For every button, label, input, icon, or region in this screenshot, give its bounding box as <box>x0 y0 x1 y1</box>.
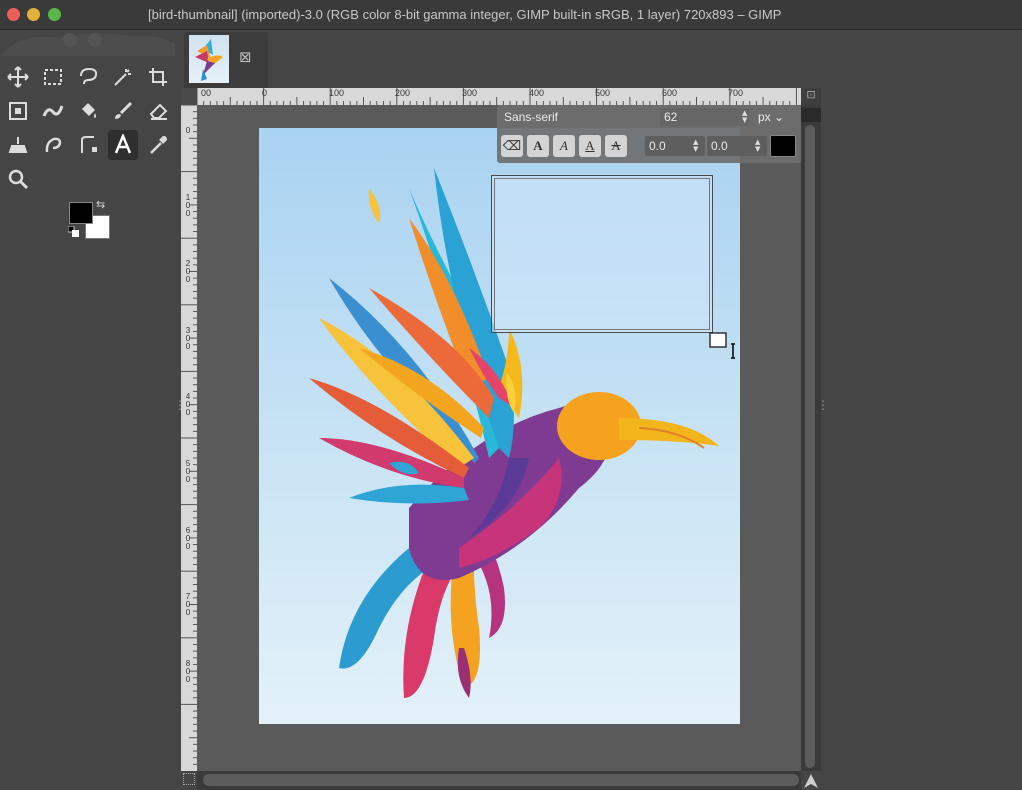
crop-icon <box>149 68 167 86</box>
eraser-icon <box>149 103 168 120</box>
ruler-label: 100 <box>185 192 191 218</box>
vertical-ruler[interactable]: 0100200300400500600700800 <box>181 105 197 771</box>
unit-label: px <box>758 110 771 124</box>
clone-tool-button[interactable] <box>3 130 33 160</box>
free-select-icon <box>80 67 98 85</box>
ruler-corner[interactable] <box>181 88 197 105</box>
swap-colors-icon[interactable]: ⇆ <box>96 198 105 211</box>
ruler-label: 00 <box>201 88 212 98</box>
ruler-label: 0 <box>185 126 191 135</box>
horizontal-ruler-ticks <box>197 88 797 105</box>
bucket-fill-icon <box>82 103 96 118</box>
color-picker-icon <box>150 136 167 154</box>
horizontal-ruler[interactable]: 00 0 100 200 300 400 500 600 700 <box>197 88 801 105</box>
bold-button[interactable]: A <box>527 135 549 157</box>
color-picker-tool-button[interactable] <box>143 130 173 160</box>
ruler-label: 400 <box>529 88 545 98</box>
move-icon <box>7 66 29 88</box>
text-box-inner[interactable] <box>494 178 710 330</box>
foreground-color-swatch[interactable] <box>69 202 93 224</box>
default-colors-icon[interactable] <box>68 226 79 237</box>
text-color-swatch[interactable] <box>770 135 796 157</box>
chevron-down-icon: ⌄ <box>774 110 785 124</box>
ruler-label: 500 <box>185 459 191 484</box>
fuzzy-select-tool-button[interactable] <box>108 62 138 92</box>
size-spin-icon[interactable]: ▲ ▼ <box>742 110 747 124</box>
maximize-window-button[interactable] <box>48 8 61 21</box>
strikethrough-button[interactable]: A <box>605 135 627 157</box>
ruler-label: 800 <box>185 658 191 684</box>
font-field[interactable]: Sans-serif <box>504 108 656 126</box>
unified-transform-icon <box>9 102 27 120</box>
kerning-spin-icon[interactable]: ▲ ▼ <box>755 139 760 153</box>
quick-mask-icon[interactable] <box>183 773 195 785</box>
smudge-tool-button[interactable] <box>38 130 68 160</box>
image-thumbnail[interactable] <box>189 35 229 83</box>
underline-button[interactable]: A <box>579 135 601 157</box>
text-icon <box>114 134 132 154</box>
ruler-label: 500 <box>595 88 611 98</box>
clear-style-button[interactable]: ⌫ <box>501 135 523 157</box>
window-title: [bird-thumbnail] (imported)-3.0 (RGB col… <box>148 7 782 22</box>
ruler-label: 200 <box>185 259 191 285</box>
scroll-top-segment <box>801 108 821 122</box>
move-tool-button[interactable] <box>3 62 33 92</box>
navigate-icon[interactable] <box>803 773 819 789</box>
unified-transform-tool-button[interactable] <box>3 96 33 126</box>
rectangle-select-tool-button[interactable] <box>38 62 68 92</box>
ruler-label: 100 <box>329 88 345 98</box>
title-bar: [bird-thumbnail] (imported)-3.0 (RGB col… <box>0 0 1022 30</box>
right-dock-handle-icon[interactable]: ⋮ <box>817 398 829 412</box>
font-size-field[interactable]: 62 <box>660 108 750 126</box>
crop-tool-button[interactable] <box>143 62 173 92</box>
ruler-label: 600 <box>185 525 191 551</box>
zoom-icon <box>8 169 29 190</box>
clone-icon <box>8 137 28 153</box>
italic-button[interactable]: A <box>553 135 575 157</box>
ruler-label: 200 <box>395 88 411 98</box>
unit-selector[interactable]: px ⌄ <box>758 108 796 126</box>
close-tab-icon[interactable]: ⊠ <box>239 50 252 65</box>
paintbrush-icon <box>115 101 133 119</box>
baseline-spin-icon[interactable]: ▲ ▼ <box>693 139 698 153</box>
paths-icon <box>81 136 97 153</box>
eraser-tool-button[interactable] <box>143 96 173 126</box>
horizontal-scroll-thumb[interactable] <box>203 774 799 786</box>
ruler-label: 700 <box>728 88 744 98</box>
paintbrush-tool-button[interactable] <box>108 96 138 126</box>
zoom-tool-button[interactable] <box>3 164 33 194</box>
fuzzy-select-icon <box>114 69 131 86</box>
image-tab-bar <box>180 30 822 88</box>
text-cursor-icon <box>709 332 735 359</box>
ruler-label: 300 <box>185 325 191 351</box>
wilber-logo <box>0 33 175 56</box>
zoom-follow-icon[interactable]: ⊡ <box>801 88 821 105</box>
ruler-label: 0 <box>262 88 268 98</box>
close-window-button[interactable] <box>7 8 20 21</box>
gimp-window: [bird-thumbnail] (imported)-3.0 (RGB col… <box>0 0 1022 790</box>
free-select-tool-button[interactable] <box>73 62 103 92</box>
vertical-scroll-thumb[interactable] <box>805 125 815 768</box>
rectangle-select-icon <box>44 69 62 85</box>
warp-transform-tool-button[interactable] <box>38 96 68 126</box>
minimize-window-button[interactable] <box>27 8 40 21</box>
left-dock-handle-icon[interactable]: ⋮ <box>174 398 186 412</box>
paths-tool-button[interactable] <box>73 130 103 160</box>
warp-transform-icon <box>42 105 64 117</box>
text-tool-button[interactable] <box>108 130 138 160</box>
smudge-icon <box>45 137 62 153</box>
bucket-fill-tool-button[interactable] <box>73 96 103 126</box>
ruler-label: 700 <box>185 592 191 618</box>
ruler-label: 300 <box>462 88 478 98</box>
ruler-label: 600 <box>662 88 678 98</box>
